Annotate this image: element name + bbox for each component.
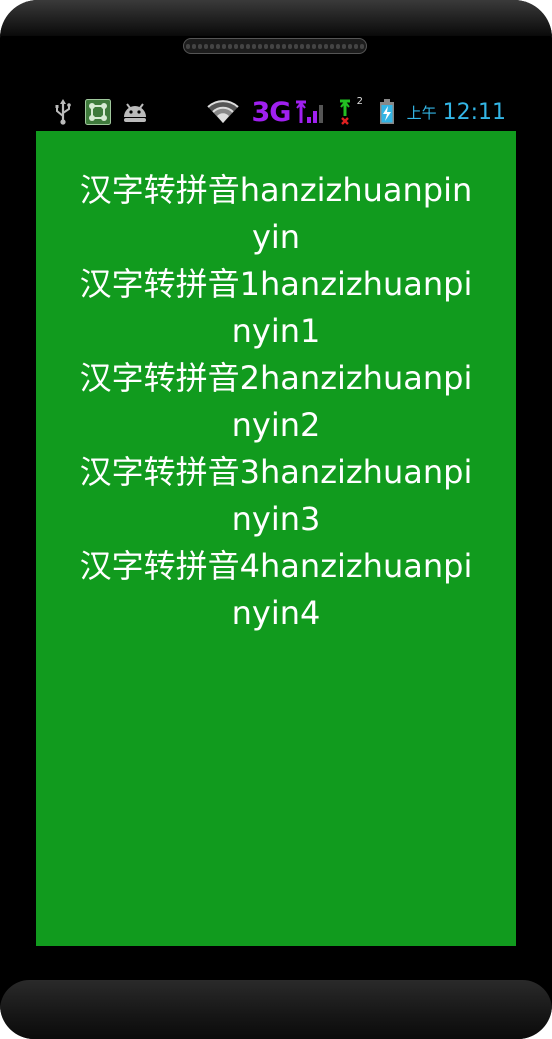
phone-bottom-bezel <box>0 980 552 1039</box>
list-item: 汉字转拼音hanzizhuanpinyin <box>79 171 473 256</box>
sim-slot-label: 2 <box>356 96 363 107</box>
clock-time: 12:11 <box>442 99 506 125</box>
list-item: 汉字转拼音4hanzizhuanpinyin4 <box>79 547 473 632</box>
android-debug-icon <box>120 98 150 126</box>
status-bar[interactable]: 3G 2 上午 12:11 <box>36 94 516 130</box>
phone-top-edge <box>0 0 552 36</box>
signal-icon <box>294 98 328 126</box>
list-item: 汉字转拼音1hanzizhuanpinyin1 <box>79 265 473 350</box>
sim-no-signal-icon: 2 <box>336 96 364 126</box>
list-item: 汉字转拼音3hanzizhuanpinyin3 <box>79 453 473 538</box>
network-3g-label: 3G <box>251 96 292 128</box>
app-notification-icon <box>84 98 112 126</box>
wifi-icon <box>206 98 240 126</box>
phone-frame: 3G 2 上午 12:11 汉字转拼音hanzizhuanpinyin 汉字转拼… <box>0 0 552 1039</box>
app-screen[interactable]: 汉字转拼音hanzizhuanpinyin 汉字转拼音1hanzizhuanpi… <box>36 131 516 946</box>
text-list: 汉字转拼音hanzizhuanpinyin 汉字转拼音1hanzizhuanpi… <box>36 167 516 637</box>
list-item: 汉字转拼音2hanzizhuanpinyin2 <box>79 359 473 444</box>
earpiece-speaker <box>183 38 367 54</box>
status-clock: 上午 12:11 <box>407 98 506 126</box>
usb-icon <box>52 98 74 126</box>
clock-ampm: 上午 <box>406 103 437 122</box>
network-3g-icon: 3G <box>248 96 294 128</box>
battery-charging-icon <box>376 98 398 126</box>
